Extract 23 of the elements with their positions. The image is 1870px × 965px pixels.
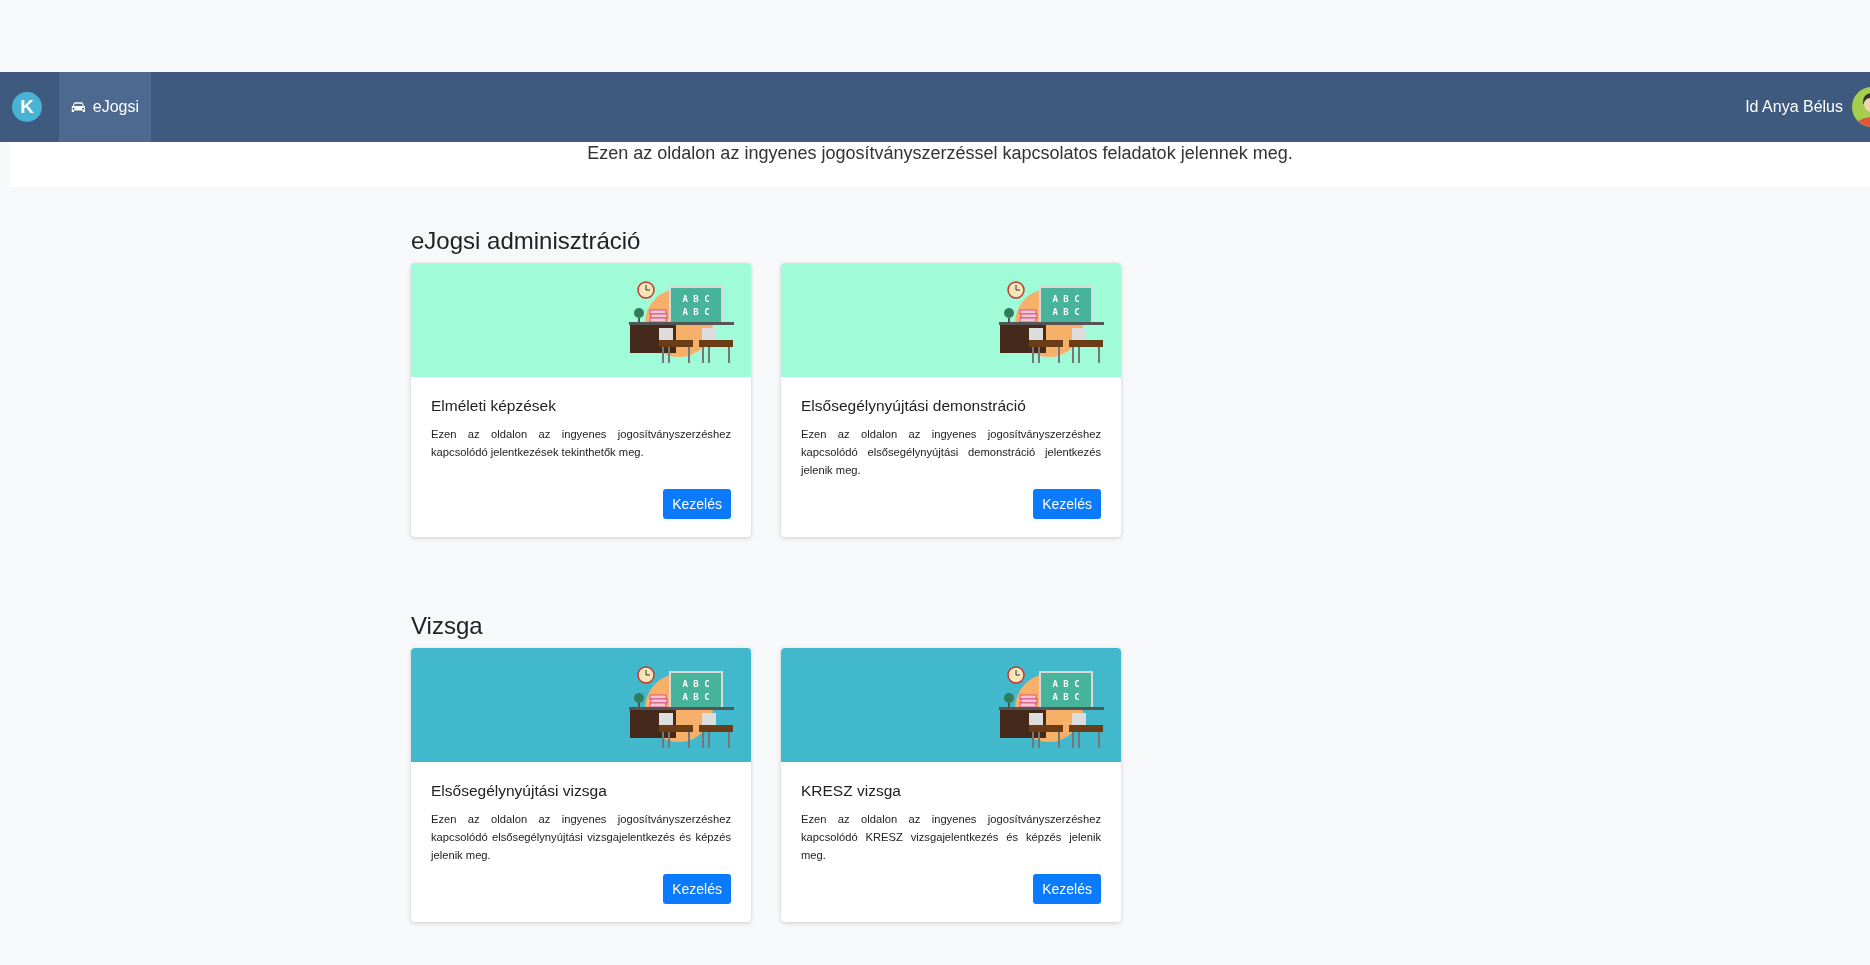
logo-icon[interactable]: K xyxy=(12,92,42,122)
card-title: Elsősegélynyújtási demonstráció xyxy=(801,397,1027,415)
manage-button[interactable]: Kezelés xyxy=(1033,874,1101,904)
manage-button[interactable]: Kezelés xyxy=(663,489,731,519)
car-icon xyxy=(71,99,86,115)
classroom-drawing: A B C A B C xyxy=(629,275,739,370)
card-description: Ezen az oldalon az ingyenes jogosítványszerzéshez kapcsolódó elsősegélynyújtási vizsgajelentkezés és képzés jelenik meg. xyxy=(431,812,731,863)
nav-link[interactable]: eJogsi xyxy=(59,72,151,142)
classroom-drawing: A B C A B C xyxy=(629,660,739,755)
user-name[interactable]: Id Anya Bélus xyxy=(1745,98,1843,116)
card-description: Ezen az oldalon az ingyenes jogosítványszerzéshez kapcsolódó jelentkezések tekinthetők meg. xyxy=(431,427,731,460)
classroom-drawing: A B C A B C xyxy=(999,660,1109,755)
card-description: Ezen az oldalon az ingyenes jogosítványszerzéshez kapcsolódó elsősegélynyújtási demonstráció jelentkezés jelenik meg. xyxy=(801,427,1101,478)
card-title: KRESZ vizsga xyxy=(801,782,902,800)
section-heading: Vizsga xyxy=(411,612,484,640)
manage-button[interactable]: Kezelés xyxy=(663,874,731,904)
card-title: Elméleti képzések xyxy=(431,397,557,415)
manage-button[interactable]: Kezelés xyxy=(1033,489,1101,519)
section-heading: eJogsi adminisztráció xyxy=(411,227,642,255)
card-description: Ezen az oldalon az ingyenes jogosítványszerzéshez kapcsolódó KRESZ vizsgajelentkezés és képzés jelenik meg. xyxy=(801,812,1101,863)
card-title: Elsősegélynyújtási vizsga xyxy=(431,782,608,800)
classroom-drawing: A B C A B C xyxy=(999,275,1109,370)
intro-text: Ezen az oldalon az ingyenes jogosítványszerzéssel kapcsolatos feladatok jelennek meg. xyxy=(587,144,1293,162)
